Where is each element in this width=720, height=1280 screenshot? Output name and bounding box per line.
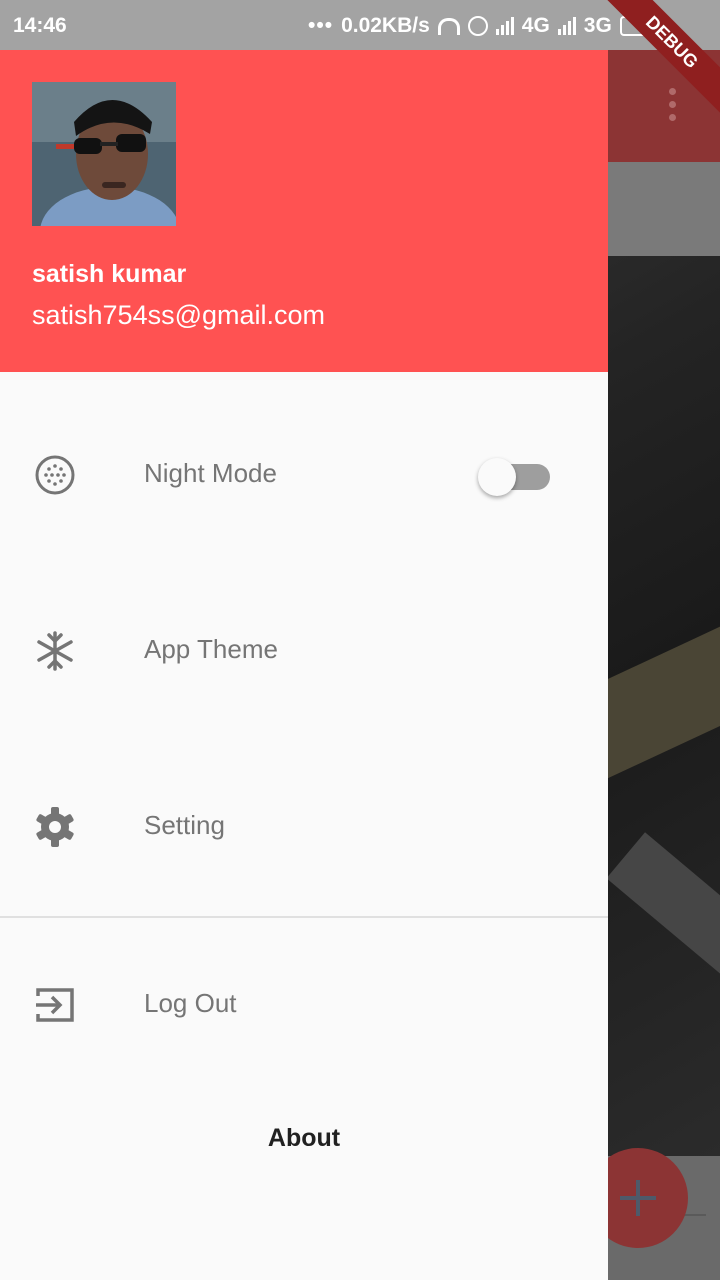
menu-item-setting[interactable]: Setting [0, 766, 608, 886]
user-name: satish kumar [32, 260, 187, 288]
menu-item-label: App Theme [144, 634, 278, 664]
signal-2-label: 3G [583, 14, 612, 37]
night-mode-icon [34, 454, 76, 496]
overflow-menu-icon [662, 88, 682, 128]
signal-icon [495, 17, 514, 35]
headphones-icon [437, 17, 460, 35]
alarm-icon [467, 16, 488, 36]
signal-1-label: 4G [521, 14, 550, 37]
menu-item-label: Night Mode [144, 458, 277, 488]
menu-item-label: Setting [144, 810, 225, 840]
drawer-header: satish kumar satish754ss@gmail.com [0, 50, 608, 372]
more-dots-icon: ••• [308, 14, 334, 37]
menu-item-night-mode[interactable]: Night Mode [0, 414, 608, 534]
menu-item-log-out[interactable]: Log Out [0, 944, 608, 1064]
night-mode-toggle[interactable] [478, 458, 550, 496]
avatar[interactable] [32, 82, 176, 226]
signal-icon [557, 17, 576, 35]
navigation-drawer: satish kumar satish754ss@gmail.com Night… [0, 50, 608, 1280]
status-time: 14:46 [13, 14, 67, 37]
menu-item-app-theme[interactable]: App Theme [0, 590, 608, 710]
divider [0, 916, 608, 918]
about-button[interactable]: About [0, 1124, 608, 1153]
gear-icon [34, 806, 76, 848]
status-bar: 14:46 ••• 0.02KB/s 4G 3G [0, 0, 720, 50]
network-speed: 0.02KB/s [341, 14, 430, 37]
menu-item-label: Log Out [144, 988, 237, 1018]
snowflake-icon [34, 630, 76, 672]
user-email: satish754ss@gmail.com [32, 300, 326, 330]
exit-icon [34, 984, 76, 1026]
